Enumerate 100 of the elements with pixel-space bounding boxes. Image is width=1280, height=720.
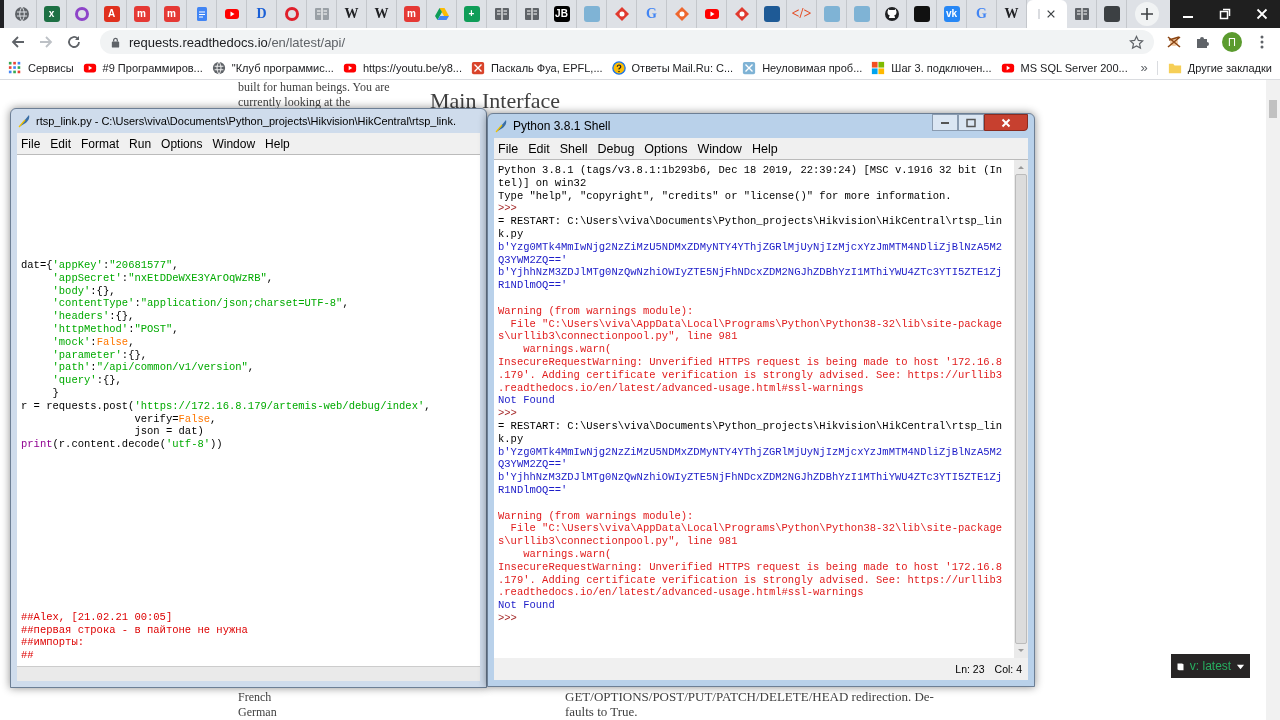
- feather-icon: [17, 114, 31, 128]
- horizontal-scrollbar[interactable]: [17, 666, 480, 681]
- maximize-button[interactable]: [958, 114, 984, 131]
- shell-line: b'YjhhNzM3ZDJlMTg0NzQwNzhiOWIyZTE5NjFhNDcxZDM2NGJhZDBhYzI1MThiYWU4ZTc3YTI5ZTE1Zj: [498, 471, 1004, 484]
- shell-line: Q3YWM2ZQ==': [498, 458, 569, 472]
- app-icon: x: [43, 6, 60, 22]
- bookmark[interactable]: "Клуб программис...: [211, 60, 334, 75]
- up-arrow-icon[interactable]: [1017, 164, 1025, 170]
- puzzle-icon[interactable]: [1194, 34, 1210, 50]
- feather-icon: [494, 119, 508, 133]
- site-icon: W: [344, 6, 359, 22]
- site-icon: W: [1004, 6, 1019, 22]
- code-line: 'appSecret':"nxEtDDeWXE3YArOqWzRB",: [51, 271, 275, 285]
- code-line: json = dat): [133, 425, 205, 439]
- code-line: r = requests.post('https://172.16.8.179/artemis-web/debug/index',: [21, 399, 432, 413]
- shell-line: >>>: [498, 611, 518, 625]
- shell-line: b'YjhhNzM3ZDJlMTg0NzQwNzhiOWIyZTE5NjFhNDcxZDM2NGJhZDBhYzI1MThiYWU4ZTc3YTI5ZTE1Zj: [498, 266, 1004, 280]
- globe-icon: [13, 6, 30, 22]
- menu-item[interactable]: Window: [697, 141, 742, 156]
- code-line: 'httpMethod':"POST",: [51, 323, 180, 336]
- site-icon: </>: [791, 6, 812, 22]
- code-line: 'path':"/api/common/v1/version",: [51, 361, 256, 375]
- shell-line: File "C:\Users\viva\AppData\Local\Programs\Python\Python38-32\lib\site-package: [509, 522, 1004, 536]
- site-icon: G: [976, 6, 987, 22]
- menu-item[interactable]: File: [498, 141, 519, 156]
- triangle-icon: [433, 6, 450, 22]
- bookmark[interactable]: Паскаль Фуа, EPFL,...: [470, 60, 603, 75]
- code-line: verify=False,: [133, 412, 218, 426]
- more-bookmarks-button[interactable]: »: [1140, 60, 1148, 75]
- shell-line: k.py: [498, 228, 525, 241]
- shell-line: s\urllib3\connectionpool.py", line 981: [498, 535, 739, 548]
- plus-icon: [1140, 7, 1154, 21]
- code-line: dat={'appKey':"20681577",: [21, 259, 180, 272]
- bookmark[interactable]: Ответы Mail.Ru: С...: [611, 60, 734, 75]
- code-comment: ##Alex, [21.02.21 00:05]: [21, 610, 174, 624]
- close-button[interactable]: [984, 114, 1028, 131]
- menu-item[interactable]: Edit: [50, 136, 72, 151]
- version-badge[interactable]: v: latest: [1171, 654, 1250, 678]
- code-line: 'headers':{},: [51, 310, 136, 323]
- menu-item[interactable]: Window: [212, 136, 256, 151]
- maximize-icon: [966, 117, 976, 128]
- page-scrollbar[interactable]: [1266, 80, 1280, 720]
- reload-icon[interactable]: [66, 34, 82, 50]
- site-icon: W: [374, 6, 389, 22]
- app-icon: m: [163, 6, 180, 22]
- shell-line: warnings.warn(: [522, 547, 613, 561]
- new-tab-button[interactable]: [1135, 2, 1159, 26]
- url-text: requests.readthedocs.io/en/latest/api/: [129, 34, 347, 50]
- shell-line: Q3YWM2ZQ==': [498, 253, 569, 267]
- lock-icon: [110, 36, 121, 48]
- windows-icon: [871, 60, 886, 75]
- shell-line: R1NDlmOQ==': [498, 279, 569, 292]
- bookmark[interactable]: #9 Программиров...: [82, 60, 203, 75]
- shell-line: = RESTART: C:\Users\viva\Documents\Python_projects\Hikvision\HikCentral\rtsp_lin: [498, 419, 1004, 433]
- menu-item[interactable]: Format: [81, 136, 120, 151]
- star-icon[interactable]: [1129, 34, 1144, 50]
- menu-item[interactable]: Options: [161, 136, 203, 151]
- menu-item[interactable]: File: [21, 136, 41, 151]
- bookmark[interactable]: Неуловимая проб...: [742, 60, 863, 75]
- vertical-scrollbar[interactable]: [1014, 160, 1028, 658]
- code-line: print(r.content.decode('utf-8')): [21, 438, 224, 451]
- column-number: Col: 4: [994, 663, 1022, 675]
- bookmark-folder[interactable]: Другие закладки: [1156, 60, 1272, 75]
- code-comment: ##первая строка - в пайтоне не нужна: [21, 623, 249, 637]
- back-icon[interactable]: [10, 34, 26, 50]
- window-title: Python 3.8.1 Shell: [513, 119, 611, 133]
- language-link[interactable]: French: [238, 690, 277, 705]
- shell-line: k.py: [498, 432, 525, 446]
- site-icon: G: [646, 6, 657, 22]
- menu-item[interactable]: Debug: [597, 141, 635, 156]
- line-number: Ln: 23: [955, 663, 985, 675]
- code-line: }: [51, 386, 60, 400]
- down-arrow-icon[interactable]: [1017, 648, 1025, 654]
- minimize-button[interactable]: [932, 114, 958, 131]
- shell-line: Type "help", "copyright", "credits" or "license()" for more information.: [498, 189, 953, 203]
- close-icon[interactable]: [1046, 9, 1056, 19]
- restore-icon[interactable]: [1219, 8, 1231, 20]
- shell-line: .179'. Adding certificate verification is strongly advised. See: https://urllib3: [498, 368, 1004, 382]
- app-icon: vk: [943, 6, 960, 22]
- address-bar[interactable]: requests.readthedocs.io/en/latest/api/: [100, 30, 1154, 54]
- menu-item[interactable]: Help: [751, 141, 778, 156]
- bookmark[interactable]: MS SQL Server 200...: [1000, 60, 1128, 75]
- shell-line: R1NDlmOQ==': [498, 483, 569, 497]
- menu-item[interactable]: Edit: [528, 141, 550, 156]
- menu-item[interactable]: Run: [129, 136, 152, 151]
- language-link[interactable]: German: [238, 705, 277, 720]
- bookmark[interactable]: Шаг 3. подключен...: [871, 60, 992, 75]
- menu-item[interactable]: Help: [265, 136, 290, 151]
- app-icon: m: [133, 6, 150, 22]
- shell-line: Not Found: [498, 394, 556, 408]
- code-line: 'mock':False,: [51, 335, 136, 349]
- shell-line: Warning (from warnings module):: [498, 509, 695, 523]
- code-comment: ##: [21, 649, 35, 662]
- minimize-icon: [941, 121, 949, 124]
- bookmark[interactable]: https://youtu.be/y8...: [342, 60, 462, 75]
- shell-line: tel)] on win32: [498, 176, 588, 190]
- section-heading: Main Interface: [430, 88, 561, 114]
- menu-item[interactable]: Options: [644, 141, 688, 156]
- bookmark[interactable]: Сервисы: [8, 60, 74, 75]
- menu-item[interactable]: Shell: [559, 141, 588, 156]
